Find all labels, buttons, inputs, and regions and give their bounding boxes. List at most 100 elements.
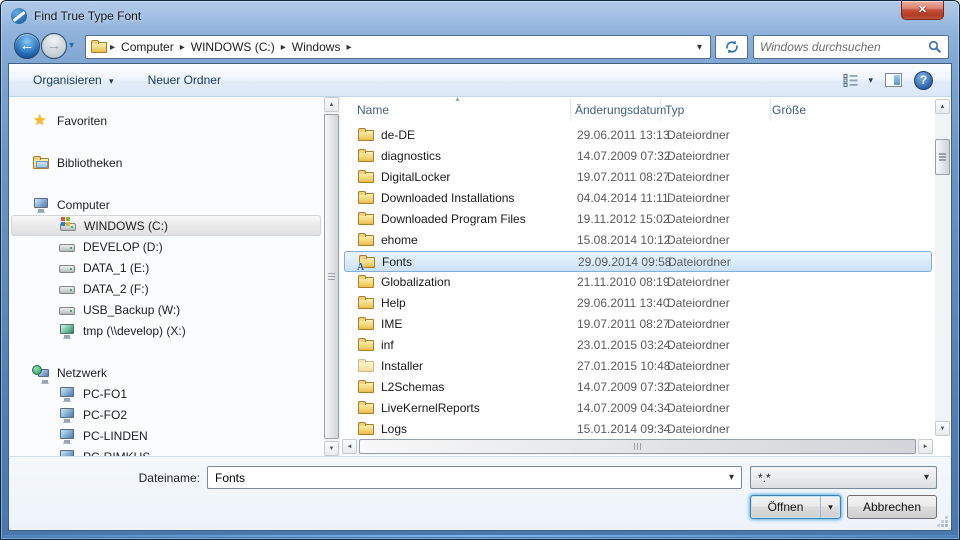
help-button[interactable]: ? (914, 71, 933, 90)
app-icon (11, 8, 27, 24)
file-row[interactable]: diagnostics14.07.2009 07:32Dateiordner (344, 146, 932, 167)
list-vertical-scrollbar[interactable]: ▲ ▼ (935, 99, 950, 436)
sidebar-item-pc-rimkus[interactable]: PC-RIMKUS (11, 446, 321, 456)
back-button[interactable]: ← (14, 33, 40, 59)
list-hscroll-thumb[interactable] (359, 439, 916, 454)
refresh-button[interactable] (715, 35, 748, 59)
file-row[interactable]: LiveKernelReports14.07.2009 04:34Dateior… (344, 398, 932, 419)
list-view-icon (843, 73, 859, 87)
close-button[interactable]: ✕ (901, 1, 944, 20)
list-vscroll-thumb[interactable] (935, 139, 950, 175)
folder-icon (358, 190, 375, 206)
file-dialog-window: Find True Type Font ✕ ← → ▾ ▸ Computer ▸… (0, 0, 960, 540)
search-input[interactable] (754, 40, 928, 54)
search-icon[interactable] (928, 40, 942, 54)
sidebar-item-drive-windows-c[interactable]: WINDOWS (C:) (11, 215, 321, 236)
breadcrumb-drive-c[interactable]: WINDOWS (C:) (187, 40, 279, 54)
file-row-selected-fonts[interactable]: A Fonts29.09.2014 09:58Dateiordner (344, 251, 932, 272)
preview-pane-button[interactable] (885, 73, 902, 87)
title-bar[interactable]: Find True Type Font ✕ (1, 1, 959, 31)
navigation-bar: ← → ▾ ▸ Computer ▸ WINDOWS (C:) ▸ Window… (1, 31, 959, 63)
window-title: Find True Type Font (34, 9, 141, 23)
file-row[interactable]: Globalization21.11.2010 08:19Dateiordner (344, 272, 932, 293)
scroll-left-icon[interactable]: ◄ (342, 439, 357, 454)
filename-input[interactable] (208, 471, 729, 485)
filename-label: Dateiname: (9, 471, 200, 485)
sidebar-item-drive-data1-e[interactable]: DATA_1 (E:) (11, 257, 321, 278)
open-dropdown-icon[interactable]: ▾ (820, 496, 840, 518)
sidebar-item-drive-usbbackup-w[interactable]: USB_Backup (W:) (11, 299, 321, 320)
views-button[interactable]: ▾ (843, 73, 873, 87)
scroll-up-icon[interactable]: ▲ (324, 97, 339, 112)
folder-icon (358, 379, 375, 395)
column-header-size[interactable]: Größe (772, 103, 806, 117)
breadcrumb-separator-icon[interactable]: ▸ (344, 42, 353, 53)
column-header-name[interactable]: Name (357, 103, 389, 117)
forward-button[interactable]: → (41, 33, 67, 59)
library-icon (33, 155, 50, 171)
file-row[interactable]: DigitalLocker19.07.2011 08:27Dateiordner (344, 167, 932, 188)
file-row[interactable]: Logs15.01.2014 09:34Dateiordner (344, 419, 932, 438)
breadcrumb-windows[interactable]: Windows (288, 40, 345, 54)
folder-icon (358, 316, 375, 332)
folder-icon (358, 421, 375, 437)
breadcrumb-computer[interactable]: Computer (117, 40, 178, 54)
scroll-right-icon[interactable]: ► (918, 439, 933, 454)
file-row[interactable]: ehome15.08.2014 10:12Dateiordner (344, 230, 932, 251)
scroll-down-icon[interactable]: ▼ (324, 441, 339, 456)
breadcrumb-separator-icon[interactable]: ▸ (279, 42, 288, 53)
resize-grip[interactable] (945, 524, 948, 527)
file-row[interactable]: IME19.07.2011 08:27Dateiordner (344, 314, 932, 335)
sidebar-item-pc-fo1[interactable]: PC-FO1 (11, 383, 321, 404)
file-row[interactable]: L2Schemas14.07.2009 07:32Dateiordner (344, 377, 932, 398)
organize-button[interactable]: Organisieren ▾ (23, 69, 124, 91)
folder-icon (358, 232, 375, 248)
dialog-footer: Dateiname: ▾ *.* ▾ Öffnen ▾ Abbrechen (9, 456, 951, 530)
sidebar-item-drive-develop-d[interactable]: DEVELOP (D:) (11, 236, 321, 257)
file-row[interactable]: Help29.06.2011 13:40Dateiordner (344, 293, 932, 314)
file-row[interactable]: de-DE29.06.2011 13:13Dateiordner (344, 125, 932, 146)
sidebar-item-favoriten[interactable]: ★ Favoriten (11, 110, 321, 131)
navigation-pane: ★ Favoriten Bibliotheken Computer WINDOW… (9, 97, 323, 456)
file-row[interactable]: Downloaded Installations04.04.2014 11:11… (344, 188, 932, 209)
new-folder-button[interactable]: Neuer Ordner (138, 69, 231, 91)
command-toolbar: Organisieren ▾ Neuer Ordner ▾ (9, 64, 951, 97)
file-row[interactable]: Installer27.01.2015 10:48Dateiordner (344, 356, 932, 377)
sidebar-scrollbar-thumb[interactable] (324, 114, 339, 439)
breadcrumb-separator-icon[interactable]: ▸ (178, 42, 187, 53)
cancel-button[interactable]: Abbrechen (847, 495, 937, 519)
drive-icon (59, 281, 76, 297)
folder-icon (358, 274, 375, 290)
sidebar-item-computer[interactable]: Computer (11, 194, 321, 215)
sidebar-scrollbar[interactable]: ▲ ▼ (324, 97, 340, 456)
sidebar-item-drive-data2-f[interactable]: DATA_2 (F:) (11, 278, 321, 299)
chevron-down-icon: ▾ (868, 75, 873, 86)
sidebar-item-netzwerk[interactable]: Netzwerk (11, 362, 321, 383)
address-dropdown-icon[interactable]: ▾ (697, 42, 702, 53)
sidebar-item-drive-tmp-x[interactable]: tmp (\\develop) (X:) (11, 320, 321, 341)
scroll-up-icon[interactable]: ▲ (935, 99, 950, 114)
column-header-date[interactable]: Änderungsdatum (575, 103, 666, 117)
chevron-down-icon: ▾ (924, 472, 929, 483)
history-dropdown-icon[interactable]: ▾ (69, 40, 74, 51)
sidebar-item-pc-fo2[interactable]: PC-FO2 (11, 404, 321, 425)
file-row[interactable]: Downloaded Program Files19.11.2012 15:02… (344, 209, 932, 230)
address-bar[interactable]: ▸ Computer ▸ WINDOWS (C:) ▸ Windows ▸ ▾ (85, 35, 711, 59)
chevron-down-icon[interactable]: ▾ (729, 472, 734, 483)
column-header-type[interactable]: Typ (665, 103, 684, 117)
breadcrumb-separator-icon[interactable]: ▸ (108, 42, 117, 53)
filename-combobox: ▾ (207, 466, 742, 489)
list-horizontal-scrollbar[interactable]: ◄ ► (342, 439, 933, 455)
folder-icon (358, 127, 375, 143)
folder-icon (358, 148, 375, 164)
sidebar-item-pc-linden[interactable]: PC-LINDEN (11, 425, 321, 446)
sort-ascending-icon: ▲ (454, 97, 461, 103)
sidebar-item-bibliotheken[interactable]: Bibliotheken (11, 152, 321, 173)
file-row[interactable]: inf23.01.2015 03:24Dateiordner (344, 335, 932, 356)
chevron-down-icon: ▾ (109, 76, 114, 86)
open-button[interactable]: Öffnen ▾ (750, 495, 841, 519)
filetype-select[interactable]: *.* ▾ (750, 466, 937, 489)
question-icon: ? (920, 73, 927, 87)
computer-icon (33, 197, 50, 213)
scroll-down-icon[interactable]: ▼ (935, 421, 950, 436)
